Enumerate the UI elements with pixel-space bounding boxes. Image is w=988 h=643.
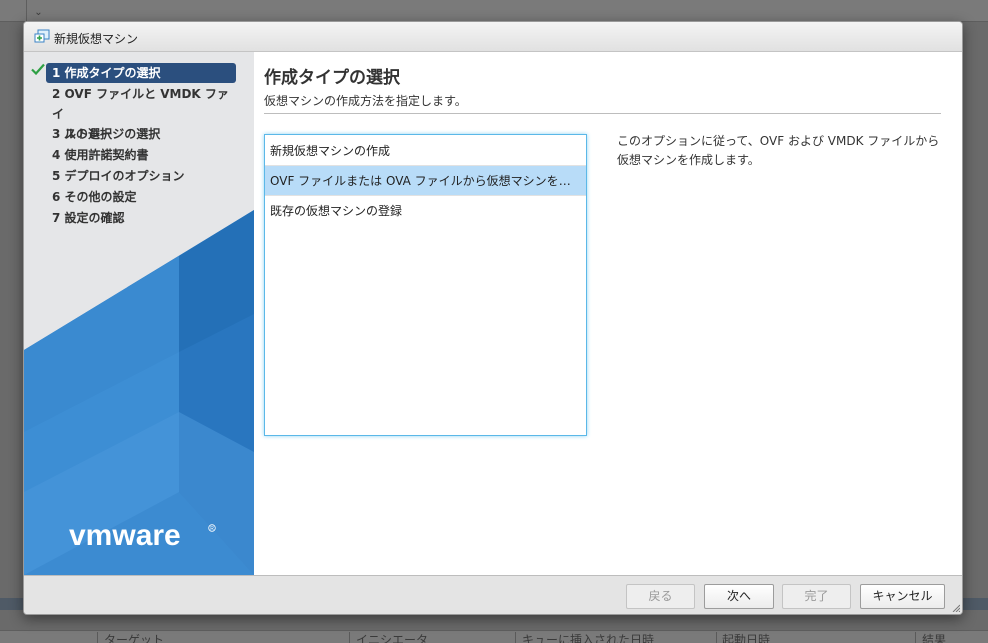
page-subtitle: 仮想マシンの作成方法を指定します。 [264,94,467,108]
step-label: 4 使用許諾契約書 [52,148,149,162]
step-label: 6 その他の設定 [52,190,137,204]
list-item-register-existing-vm[interactable]: 既存の仮想マシンの登録 [265,196,586,226]
step-label-line1: 2 OVF ファイルと VMDK ファイ [52,87,229,121]
step-label: 1 作成タイプの選択 [52,66,161,80]
virtual-machine-icon [34,29,50,43]
resize-grip-icon[interactable] [952,604,960,612]
creation-type-list[interactable]: 新規仮想マシンの作成 OVF ファイルまたは OVA ファイルから仮想マシンをデ… [264,134,587,436]
step-label: 5 デプロイのオプション [52,169,185,183]
list-item-deploy-from-ovf[interactable]: OVF ファイルまたは OVA ファイルから仮想マシンをデプロイ [265,166,586,196]
dialog-titlebar[interactable]: 新規仮想マシン [24,22,962,52]
wizard-step-7[interactable]: 7 設定の確認 [46,208,236,228]
wizard-step-5[interactable]: 5 デプロイのオプション [46,166,236,186]
checkmark-icon [31,63,45,75]
chevron-down-icon: ⌄ [26,0,50,22]
vmware-logo-text: vmware [69,519,181,552]
column-separator [716,632,717,643]
wizard-step-1[interactable]: 1 作成タイプの選択 [46,63,236,83]
svg-text:R: R [210,526,214,532]
wizard-content: 作成タイプの選択 仮想マシンの作成方法を指定します。 新規仮想マシンの作成 OV… [255,52,962,575]
divider [264,113,941,114]
page-title: 作成タイプの選択 [264,68,400,88]
column-header-target: ターゲット [104,633,165,643]
column-separator [97,632,98,643]
step-label: 3 ストレージの選択 [52,127,161,141]
dialog-footer: 戻る 次へ 完了 キャンセル [24,575,962,614]
back-button[interactable]: 戻る [626,584,695,609]
column-separator [515,632,516,643]
option-description: このオプションに従って、OVF および VMDK ファイルから 仮想マシンを作成… [617,132,957,170]
vmware-logo: vmware R [69,519,216,552]
wizard-step-6[interactable]: 6 その他の設定 [46,187,236,207]
finish-button[interactable]: 完了 [782,584,851,609]
column-header-result: 結果 [922,633,947,643]
column-separator [915,632,916,643]
column-separator [349,632,350,643]
background-toolbar: ⌄ [0,0,988,22]
wizard-steps-panel: 1 作成タイプの選択 2 OVF ファイルと VMDK ファイ ルの選択 3 ス… [24,52,254,575]
step-label: 7 設定の確認 [52,211,125,225]
list-item-create-new-vm[interactable]: 新規仮想マシンの作成 [265,136,586,166]
description-line1: このオプションに従って、OVF および VMDK ファイルから [617,134,940,148]
column-header-start-time: 起動日時 [722,633,771,643]
new-vm-dialog: 新規仮想マシン 1 作成タイプの選択 2 OVF ファイルと VMDK ファイ … [23,21,963,615]
description-line2: 仮想マシンを作成します。 [617,153,760,167]
wizard-step-4[interactable]: 4 使用許諾契約書 [46,145,236,165]
column-header-queued-time: キューに挿入された日時 [522,633,655,643]
next-button[interactable]: 次へ [704,584,774,609]
cancel-button[interactable]: キャンセル [860,584,945,609]
wizard-step-3[interactable]: 3 ストレージの選択 [46,124,236,144]
column-header-initiator: イニシエータ [356,633,429,643]
dialog-title: 新規仮想マシン [54,32,139,46]
